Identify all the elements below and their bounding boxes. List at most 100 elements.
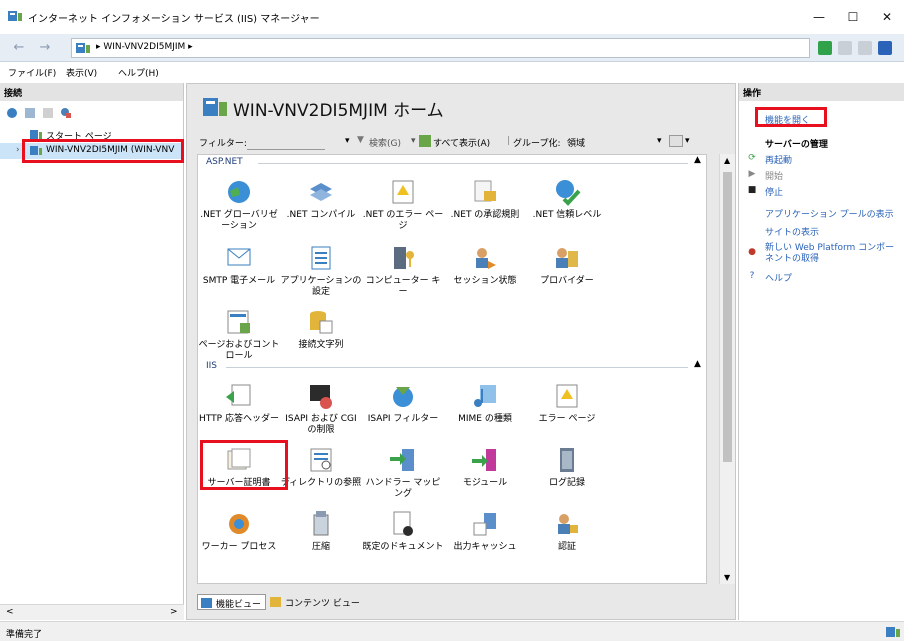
feature-net-compilation[interactable]: .NET コンパイル (280, 177, 362, 221)
collapse-aspnet-icon[interactable]: ▲ (694, 155, 701, 165)
iis-server-icon (76, 43, 90, 53)
feature-pages-and-controls[interactable]: ページおよびコントロール (198, 307, 280, 362)
feature-directory-browsing[interactable]: ディレクトリの参照 (280, 445, 362, 489)
expand-chevron-icon[interactable]: › (16, 145, 20, 155)
action-stop[interactable]: 停止 (765, 185, 783, 198)
scrollbar-thumb[interactable] (723, 172, 732, 462)
show-all-button[interactable]: すべて表示(A) (433, 136, 490, 149)
feature-logging[interactable]: ログ記録 (526, 445, 608, 489)
handler-mappings-icon (390, 449, 414, 471)
group-divider (226, 367, 688, 368)
search-button[interactable]: 検索(G) (369, 136, 401, 149)
scroll-left-arrow[interactable]: < (6, 607, 14, 617)
action-restart[interactable]: 再起動 (765, 153, 792, 166)
horizontal-scrollbar[interactable]: < > (0, 604, 184, 620)
content-view-icon (270, 597, 281, 607)
error-page-icon (392, 180, 414, 204)
iis-server-icon (8, 11, 22, 21)
feature-connection-strings[interactable]: 接続文字列 (280, 307, 362, 351)
disconnect-icon[interactable] (60, 107, 72, 119)
save-icon[interactable] (24, 107, 36, 119)
show-all-icon (419, 135, 431, 147)
connect-icon[interactable] (6, 107, 18, 119)
feature-modules[interactable]: モジュール (444, 445, 526, 489)
action-get-wpi[interactable]: 新しい Web Platform コンポーネントの取得 (765, 243, 901, 265)
action-help[interactable]: ヘルプ (765, 271, 792, 284)
address-bar: ← → ▸ WIN-VNV2DI5MJIM ▸ (0, 34, 904, 62)
filter-dropdown-arrow[interactable]: ▾ (345, 136, 350, 146)
feature-net-authorization-rules[interactable]: .NET の承認規則 (444, 177, 526, 221)
address-path: ▸ WIN-VNV2DI5MJIM ▸ (96, 42, 193, 52)
address-box[interactable]: ▸ WIN-VNV2DI5MJIM ▸ (71, 38, 810, 58)
compression-icon (313, 511, 329, 536)
menu-bar: ファイル(F) 表示(V) ヘルプ(H) (0, 62, 904, 82)
feature-session-state[interactable]: セッション状態 (444, 243, 526, 287)
connections-pane: 接続 スタート ページ › WIN-VNV2DI5MJIM (WIN-VNV <… (0, 83, 184, 620)
vertical-scrollbar[interactable]: ▲ ▼ (719, 154, 735, 584)
feature-machine-key[interactable]: コンピューター キー (362, 243, 444, 298)
group-by-dropdown-arrow[interactable]: ▾ (657, 136, 662, 146)
tab-features-view[interactable]: 機能ビュー (197, 594, 267, 610)
restart-icon: ⟳ (748, 153, 756, 163)
feature-net-trust-levels[interactable]: .NET 信頼レベル (526, 177, 608, 221)
action-start[interactable]: 開始 (765, 169, 783, 182)
feature-net-error-pages[interactable]: .NET のエラー ページ (362, 177, 444, 232)
web-platform-icon: ● (748, 247, 756, 257)
feature-default-document[interactable]: 既定のドキュメント (362, 509, 444, 553)
view-mode-icon[interactable] (669, 135, 683, 147)
refresh-icon[interactable] (818, 41, 832, 55)
up-icon[interactable] (42, 107, 54, 119)
forward-button[interactable]: → (34, 39, 56, 57)
feature-isapi-cgi-restrictions[interactable]: ISAPI および CGI の制限 (280, 381, 362, 436)
view-mode-dropdown-arrow[interactable]: ▾ (685, 136, 690, 146)
features-content: ASP.NET ▲ .NET グローバリゼーション .NET コンパイル .NE… (197, 154, 707, 584)
feature-isapi-filters[interactable]: ISAPI フィルター (362, 381, 444, 425)
filter-bar: フィルター: ▾ ▼ 検索(G) ▾ すべて表示(A) | グループ化: 領域 … (197, 132, 717, 152)
feature-handler-mappings[interactable]: ハンドラー マッピング (362, 445, 444, 500)
feature-compression[interactable]: 圧縮 (280, 509, 362, 553)
server-home-icon (203, 98, 227, 116)
connection-strings-icon (310, 311, 333, 334)
menu-file[interactable]: ファイル(F) (8, 66, 56, 79)
highlight-server-node (22, 139, 184, 163)
tab-content-view[interactable]: コンテンツ ビュー (267, 594, 364, 610)
group-by-select[interactable]: 領域 (567, 136, 585, 149)
feature-application-settings[interactable]: アプリケーションの設定 (280, 243, 362, 298)
search-dropdown-arrow[interactable]: ▾ (411, 136, 416, 146)
feature-output-caching[interactable]: 出力キャッシュ (444, 509, 526, 553)
feature-mime-types[interactable]: MIME の種類 (444, 381, 526, 425)
toolbar-separator: | (507, 136, 511, 146)
title-bar: インターネット インフォメーション サービス (IIS) マネージャー — ☐ … (0, 0, 904, 34)
isapi-cgi-icon (310, 385, 332, 409)
home-icon[interactable] (858, 41, 872, 55)
feature-error-pages[interactable]: エラー ページ (526, 381, 608, 425)
action-view-app-pools[interactable]: アプリケーション プールの表示 (765, 207, 894, 220)
collapse-iis-icon[interactable]: ▲ (694, 359, 701, 369)
feature-authentication[interactable]: 認証 (526, 509, 608, 553)
highlight-server-certificates (200, 440, 288, 490)
scroll-right-arrow[interactable]: > (170, 607, 178, 617)
feature-smtp-email[interactable]: SMTP 電子メール (198, 243, 280, 287)
feature-providers[interactable]: プロバイダー (526, 243, 608, 287)
action-view-sites[interactable]: サイトの表示 (765, 225, 819, 238)
scroll-up-arrow[interactable]: ▲ (724, 156, 730, 165)
start-icon: ▶ (748, 169, 756, 179)
close-button[interactable]: ✕ (864, 0, 904, 34)
smtp-email-icon (227, 248, 251, 266)
tab-content-view-label: コンテンツ ビュー (285, 599, 360, 609)
group-header-iis: IIS (206, 361, 218, 371)
stop-icon: ■ (747, 185, 757, 195)
feature-http-response-headers[interactable]: HTTP 応答ヘッダー (198, 381, 280, 425)
menu-view[interactable]: 表示(V) (66, 66, 97, 79)
filter-label: フィルター: (199, 139, 247, 149)
feature-net-globalization[interactable]: .NET グローバリゼーション (198, 177, 280, 232)
stop-icon[interactable] (838, 41, 852, 55)
isapi-filter-icon (393, 387, 413, 407)
scroll-down-arrow[interactable]: ▼ (724, 573, 730, 582)
feature-worker-processes[interactable]: ワーカー プロセス (198, 509, 280, 553)
back-button[interactable]: ← (8, 39, 30, 57)
menu-help[interactable]: ヘルプ(H) (118, 66, 159, 79)
filter-input[interactable] (247, 133, 325, 150)
logging-icon (560, 448, 574, 472)
help-icon[interactable] (878, 41, 892, 55)
